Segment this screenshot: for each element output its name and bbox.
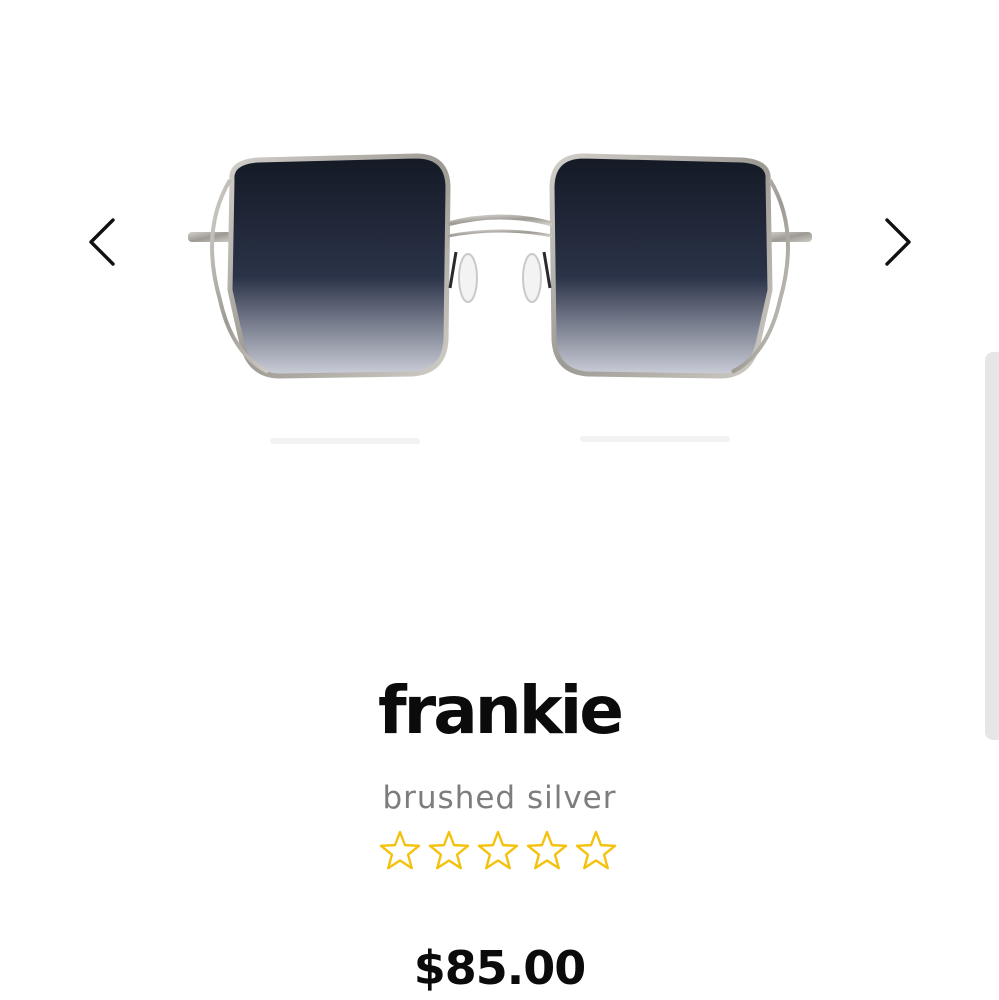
- star-icon[interactable]: [476, 829, 520, 873]
- product-price: $85.00: [413, 941, 587, 995]
- carousel-prev-button[interactable]: [80, 212, 124, 272]
- chevron-right-icon: [885, 218, 911, 266]
- product-image-carousel: [0, 0, 999, 620]
- product-color-label: brushed silver: [382, 780, 617, 816]
- product-photo-sunglasses: [188, 153, 812, 444]
- carousel-next-button[interactable]: [876, 212, 920, 272]
- product-name: frankie: [377, 672, 624, 749]
- chevron-left-icon: [89, 218, 115, 266]
- rating-stars[interactable]: [378, 828, 618, 874]
- star-icon[interactable]: [525, 829, 569, 873]
- star-icon[interactable]: [427, 829, 471, 873]
- star-icon[interactable]: [378, 829, 422, 873]
- star-icon[interactable]: [574, 829, 618, 873]
